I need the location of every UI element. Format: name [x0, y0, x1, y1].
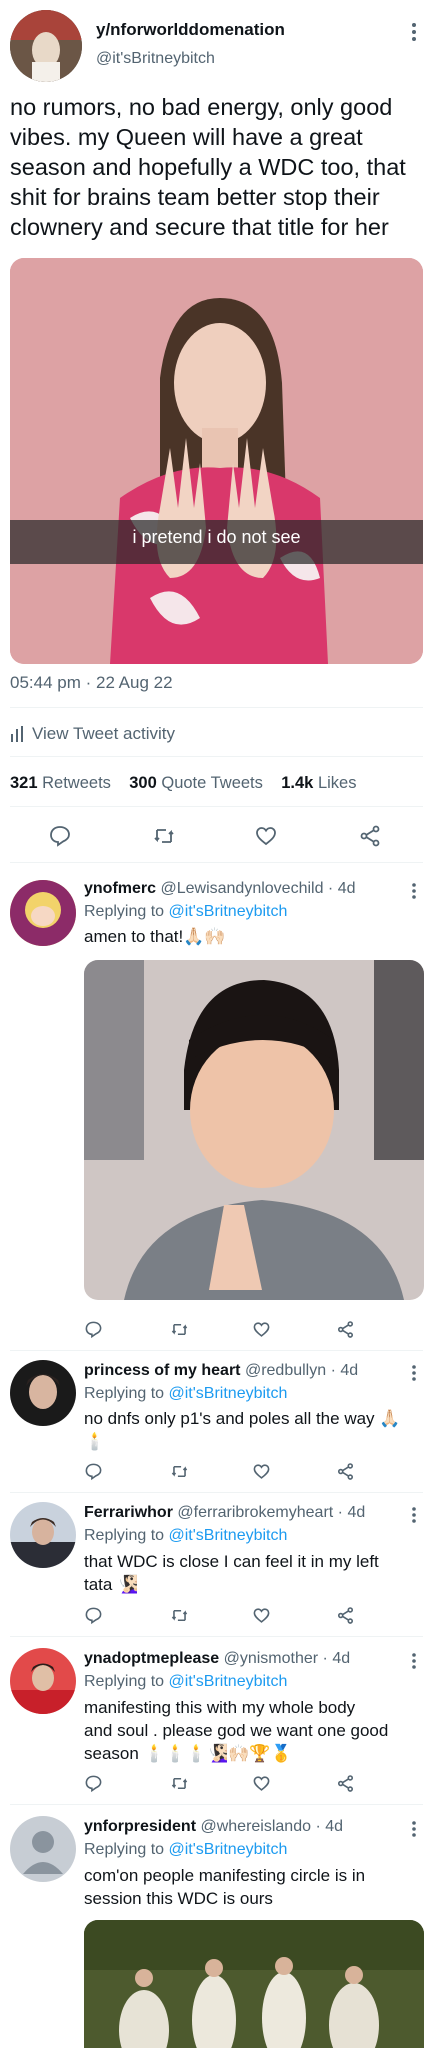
replying-to-link[interactable]: @it'sBritneybitch — [169, 1385, 288, 1402]
divider — [10, 707, 423, 708]
divider — [10, 1804, 423, 1805]
retweet-icon[interactable] — [170, 1774, 189, 1793]
reply-author-name[interactable]: Ferrariwhor — [84, 1504, 173, 1521]
reply-author-name[interactable]: ynadoptmeplease — [84, 1650, 219, 1667]
like-icon[interactable] — [252, 1774, 271, 1793]
like-icon[interactable] — [252, 1462, 271, 1481]
quotes-label[interactable]: Quote Tweets — [161, 774, 263, 792]
likes-label[interactable]: Likes — [318, 774, 357, 792]
reply-author-name[interactable]: ynforpresident — [84, 1818, 196, 1835]
like-icon[interactable] — [254, 824, 278, 848]
reply-avatar[interactable] — [10, 880, 76, 946]
divider — [10, 806, 423, 807]
activity-chart-icon — [10, 726, 24, 742]
reply-avatar[interactable] — [10, 1360, 76, 1426]
replying-to-link[interactable]: @it'sBritneybitch — [169, 1527, 288, 1544]
like-icon[interactable] — [252, 1606, 271, 1625]
divider — [10, 1636, 423, 1637]
reply-icon[interactable] — [84, 1320, 103, 1339]
replying-to: Replying to @it'sBritneybitch — [84, 1527, 287, 1545]
share-icon[interactable] — [358, 824, 382, 848]
more-options-icon[interactable] — [404, 1504, 424, 1526]
replying-to: Replying to @it'sBritneybitch — [84, 903, 287, 921]
reply-text-line: 🕯️ — [84, 1432, 106, 1451]
reply-icon[interactable] — [84, 1462, 103, 1481]
reply-icon[interactable] — [48, 824, 72, 848]
replying-to-link[interactable]: @it'sBritneybitch — [169, 903, 288, 920]
tweet-stats: 321 Retweets 300 Quote Tweets 1.4k Likes — [10, 774, 356, 793]
reply-author-handle[interactable]: @redbullyn · 4d — [245, 1362, 358, 1379]
reply-text-line: and soul . please god we want one good — [84, 1721, 389, 1740]
reply-author-name[interactable]: ynofmerc — [84, 880, 156, 897]
reply-text-line: tata 🧏🏻‍♀️ — [84, 1575, 139, 1594]
view-tweet-activity-link[interactable]: View Tweet activity — [32, 724, 175, 744]
replying-to: Replying to @it'sBritneybitch — [84, 1841, 287, 1859]
retweets-label[interactable]: Retweets — [42, 774, 111, 792]
replying-to-link[interactable]: @it'sBritneybitch — [169, 1841, 288, 1858]
reply-text-line: com'on people manifesting circle is in — [84, 1866, 366, 1885]
replying-to-link[interactable]: @it'sBritneybitch — [169, 1673, 288, 1690]
reply-text-line: session this WDC is ours — [84, 1889, 273, 1908]
share-icon[interactable] — [336, 1774, 355, 1793]
like-icon[interactable] — [252, 1320, 271, 1339]
more-options-icon[interactable] — [404, 880, 424, 902]
reply-media[interactable] — [84, 960, 424, 1300]
more-options-icon[interactable] — [404, 20, 424, 44]
retweet-icon[interactable] — [170, 1606, 189, 1625]
reply-text-line: that WDC is close I can feel it in my le… — [84, 1552, 379, 1571]
divider — [10, 756, 423, 757]
reply-text-line: no dnfs only p1's and poles all the way … — [84, 1409, 401, 1428]
retweet-icon[interactable] — [170, 1462, 189, 1481]
author-name[interactable]: y/nforworlddomenation — [96, 20, 285, 40]
reply-text: amen to that!🙏🏻🙌🏻 — [84, 927, 226, 946]
reply-header: princess of my heart @redbullyn · 4d — [84, 1362, 358, 1380]
reply-text-line: manifesting this with my whole body — [84, 1698, 356, 1717]
reply-header: ynadoptmeplease @ynismother · 4d — [84, 1650, 350, 1668]
replying-prefix: Replying to — [84, 903, 165, 920]
quotes-count[interactable]: 300 — [129, 774, 157, 792]
author-handle[interactable]: @it'sBritneybitch — [96, 50, 215, 68]
reply-header: ynforpresident @whereislando · 4d — [84, 1818, 343, 1836]
tweet-text: no rumors, no bad energy, only good vibe… — [10, 94, 406, 240]
author-avatar[interactable] — [10, 10, 82, 82]
retweets-count[interactable]: 321 — [10, 774, 38, 792]
reply-author-handle[interactable]: @ferraribrokemyheart · 4d — [177, 1504, 365, 1521]
tweet-timestamp[interactable]: 05:44 pm · 22 Aug 22 — [10, 673, 173, 693]
reply-avatar[interactable] — [10, 1648, 76, 1714]
reply-header: Ferrariwhor @ferraribrokemyheart · 4d — [84, 1504, 365, 1522]
retweet-icon[interactable] — [170, 1320, 189, 1339]
reply-author-handle[interactable]: @ynismother · 4d — [224, 1650, 351, 1667]
replying-prefix: Replying to — [84, 1841, 165, 1858]
reply-text-line: season 🕯️🕯️🕯️🧏🏻‍♀️🙌🏻🏆🥇 — [84, 1744, 292, 1763]
divider — [10, 862, 423, 863]
replying-to: Replying to @it'sBritneybitch — [84, 1673, 287, 1691]
reply-header: ynofmerc @Lewisandynlovechild · 4d — [84, 880, 356, 898]
replying-prefix: Replying to — [84, 1385, 165, 1402]
more-options-icon[interactable] — [404, 1362, 424, 1384]
divider — [10, 1492, 423, 1493]
reply-avatar[interactable] — [10, 1502, 76, 1568]
share-icon[interactable] — [336, 1606, 355, 1625]
replying-prefix: Replying to — [84, 1527, 165, 1544]
tweet-media[interactable]: i pretend i do not see — [10, 258, 423, 664]
reply-author-handle[interactable]: @Lewisandynlovechild · 4d — [160, 880, 355, 897]
divider — [10, 1350, 423, 1351]
reply-avatar[interactable] — [10, 1816, 76, 1882]
share-icon[interactable] — [336, 1462, 355, 1481]
more-options-icon[interactable] — [404, 1650, 424, 1672]
likes-count[interactable]: 1.4k — [281, 774, 313, 792]
media-caption: i pretend i do not see — [132, 527, 301, 547]
reply-author-handle[interactable]: @whereislando · 4d — [200, 1818, 343, 1835]
replying-prefix: Replying to — [84, 1673, 165, 1690]
reply-icon[interactable] — [84, 1606, 103, 1625]
reply-media[interactable] — [84, 1920, 424, 2048]
reply-icon[interactable] — [84, 1774, 103, 1793]
replying-to: Replying to @it'sBritneybitch — [84, 1385, 287, 1403]
share-icon[interactable] — [336, 1320, 355, 1339]
reply-author-name[interactable]: princess of my heart — [84, 1362, 241, 1379]
more-options-icon[interactable] — [404, 1818, 424, 1840]
retweet-icon[interactable] — [152, 824, 176, 848]
